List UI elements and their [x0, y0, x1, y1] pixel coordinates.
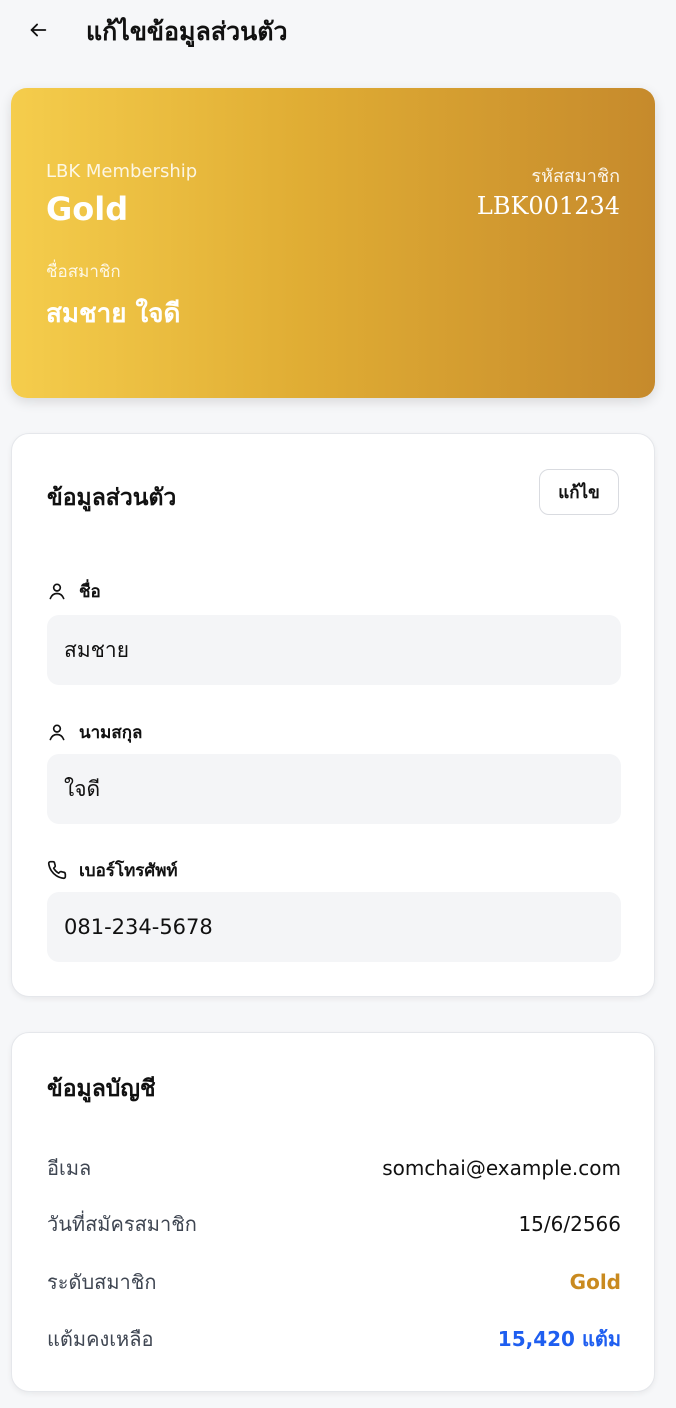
member-name: สมชาย ใจดี [46, 299, 181, 329]
last-name-label: นามสกุล [47, 718, 142, 746]
points-label: แต้มคงเหลือ [47, 1327, 154, 1351]
tier-label: ระดับสมาชิก [47, 1270, 157, 1294]
first-name-field[interactable]: สมชาย [47, 615, 621, 685]
account-info-title: ข้อมูลบัญชี [47, 1076, 156, 1102]
join-date-row: วันที่สมัครสมาชิก 15/6/2566 [47, 1209, 621, 1239]
phone-field[interactable]: 081-234-5678 [47, 892, 621, 962]
join-date-value: 15/6/2566 [518, 1212, 621, 1236]
membership-card: LBK Membership Gold ชื่อสมาชิก สมชาย ใจด… [11, 88, 655, 398]
member-name-label: ชื่อสมาชิก [46, 262, 121, 282]
phone-label-text: เบอร์โทรศัพท์ [79, 860, 178, 881]
last-name-field[interactable]: ใจดี [47, 754, 621, 824]
member-id: LBK001234 [476, 192, 620, 220]
email-row: อีเมล somchai@example.com [47, 1153, 621, 1183]
account-info-card: ข้อมูลบัญชี อีเมล somchai@example.com วั… [11, 1032, 655, 1392]
member-id-label: รหัสสมาชิก [531, 166, 620, 187]
last-name-label-text: นามสกุล [79, 722, 143, 743]
back-button[interactable] [24, 16, 52, 44]
email-label: อีเมล [47, 1156, 92, 1180]
join-date-label: วันที่สมัครสมาชิก [47, 1212, 197, 1236]
page-title: แก้ไขข้อมูลส่วนตัว [86, 17, 288, 46]
email-value: somchai@example.com [382, 1156, 621, 1180]
personal-info-card: ข้อมูลส่วนตัว แก้ไข ชื่อ สมชาย นามสกุล ใ… [11, 433, 655, 997]
membership-tier: Gold [46, 190, 129, 228]
user-icon [49, 583, 65, 600]
personal-info-title: ข้อมูลส่วนตัว [47, 485, 177, 511]
user-icon [49, 724, 65, 741]
points-value: 15,420 แต้ม [497, 1327, 621, 1351]
edit-button[interactable]: แก้ไข [539, 469, 619, 515]
membership-brand: LBK Membership [46, 161, 198, 182]
first-name-label-text: ชื่อ [79, 581, 101, 602]
phone-icon [47, 860, 67, 880]
top-bar: แก้ไขข้อมูลส่วนตัว [0, 0, 676, 64]
first-name-label: ชื่อ [47, 577, 101, 605]
phone-label: เบอร์โทรศัพท์ [47, 856, 178, 884]
tier-value: Gold [569, 1270, 621, 1294]
arrow-left-icon [30, 23, 47, 37]
points-row: แต้มคงเหลือ 15,420 แต้ม [47, 1324, 621, 1354]
tier-row: ระดับสมาชิก Gold [47, 1267, 621, 1297]
